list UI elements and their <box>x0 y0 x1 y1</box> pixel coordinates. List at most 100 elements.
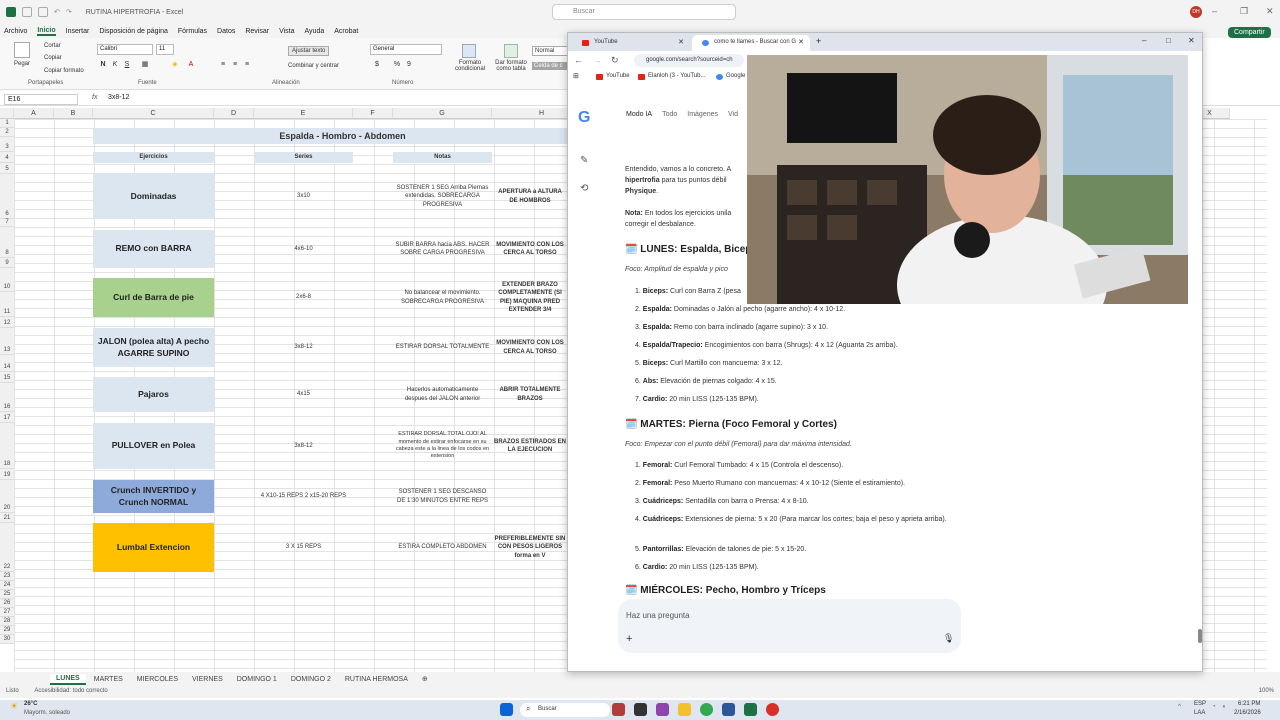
tab-youtube[interactable]: YouTube ✕ <box>572 35 690 51</box>
close-icon[interactable]: ✕ <box>1188 36 1195 45</box>
thousands-icon[interactable]: 9 <box>404 60 414 70</box>
start-icon[interactable] <box>500 703 513 716</box>
sheet-tab-domingo1[interactable]: DOMINGO 1 <box>231 675 283 684</box>
menu-insertar[interactable]: Insertar <box>66 28 90 35</box>
col-header-c[interactable]: C <box>93 108 214 119</box>
undo-icon[interactable]: ↶ <box>54 8 60 16</box>
conditional-format-icon[interactable] <box>462 44 476 58</box>
exercise-name[interactable]: REMO con BARRA <box>93 230 214 268</box>
ask-input[interactable]: Haz una pregunta <box>626 611 690 620</box>
underline-button[interactable]: S <box>122 60 132 70</box>
menu-archivo[interactable]: Archivo <box>4 28 27 35</box>
bookmark-elanloh[interactable]: Elanloh (3 - YouTub... <box>638 73 705 80</box>
row-header[interactable]: 11 <box>0 292 14 317</box>
row-header[interactable]: 18 <box>0 423 14 469</box>
minimize-icon[interactable]: – <box>1142 36 1146 45</box>
sheet-tab-martes[interactable]: MARTES <box>88 675 129 684</box>
exercise-extra[interactable]: MOVIMIENTO CON LOS CERCA AL TORSO <box>492 230 568 268</box>
menu-vista[interactable]: Vista <box>279 28 294 35</box>
align-left-icon[interactable]: ≡ <box>218 60 228 70</box>
menu-revisar[interactable]: Revisar <box>245 28 269 35</box>
search-input[interactable]: Buscar <box>552 4 736 20</box>
row-header[interactable]: 2 <box>0 128 14 137</box>
zoom-level[interactable]: 100% <box>1259 688 1274 694</box>
exercise-series[interactable]: 3x8-12 <box>254 328 353 367</box>
exercise-series[interactable]: 3x8-12 <box>254 423 353 469</box>
row-header[interactable]: 24 <box>0 581 14 590</box>
weather-desc[interactable]: Mayorm. soleado <box>24 710 70 716</box>
exercise-name[interactable]: Crunch INVERTIDO y Crunch NORMAL <box>93 480 214 513</box>
row-header[interactable]: 15 <box>0 372 14 383</box>
cut-button[interactable]: Cortar <box>44 43 61 49</box>
exercise-notes[interactable]: ESTIRAR DORSAL TOTAL OJO! AL momento de … <box>393 423 492 469</box>
new-chat-icon[interactable]: ✎ <box>580 155 588 166</box>
sheet-tab-viernes[interactable]: VIERNES <box>186 675 229 684</box>
copy-button[interactable]: Copiar <box>44 55 62 61</box>
maximize-icon[interactable]: ❐ <box>1240 6 1248 17</box>
save-icon[interactable] <box>38 7 48 17</box>
merge-center-button[interactable]: Combinar y centrar <box>288 63 339 69</box>
format-painter-button[interactable]: Copiar formato <box>44 68 84 74</box>
col-header-a[interactable]: A <box>14 108 54 119</box>
google-logo-icon[interactable]: G <box>578 109 590 127</box>
format-table-icon[interactable] <box>504 44 518 58</box>
borders-icon[interactable]: ▦ <box>140 60 150 70</box>
row-header[interactable]: 4 <box>0 152 14 163</box>
row-header[interactable]: 26 <box>0 599 14 608</box>
row-header[interactable]: 13 <box>0 328 14 355</box>
taskbar-search[interactable]: ⌕ Buscar <box>520 703 610 717</box>
redo-icon[interactable]: ↷ <box>66 8 72 16</box>
align-right-icon[interactable]: ≡ <box>242 60 252 70</box>
tray-chevron-icon[interactable]: ^ <box>1178 704 1181 710</box>
row-header[interactable]: 10 <box>0 268 14 292</box>
header-series[interactable]: Series <box>254 152 353 163</box>
wifi-icon[interactable]: ◔ <box>1212 704 1216 710</box>
style-check-cell[interactable]: Celda de c <box>532 62 568 70</box>
back-icon[interactable]: ← <box>574 55 583 65</box>
exercise-series[interactable]: 3x10 <box>254 174 353 219</box>
italic-button[interactable]: K <box>110 60 120 70</box>
exercise-extra[interactable]: MOVIMIENTO CON LOS CERCA AL TORSO <box>492 328 568 367</box>
accessibility-status[interactable]: Accesibilidad: todo correcto <box>34 688 107 694</box>
row-header[interactable]: 27 <box>0 608 14 617</box>
col-header-e[interactable]: E <box>254 108 353 119</box>
task-view-icon[interactable] <box>634 703 647 716</box>
exercise-name[interactable]: PULLOVER en Polea <box>93 423 214 469</box>
add-sheet-icon[interactable]: ⊕ <box>416 674 434 684</box>
row-header[interactable]: 30 <box>0 635 14 644</box>
row-header[interactable]: 12 <box>0 317 14 328</box>
lang-secondary[interactable]: LAA <box>1194 710 1205 716</box>
copilot-icon[interactable] <box>656 703 669 716</box>
row-header[interactable]: 8 <box>0 227 14 258</box>
row-header[interactable]: 22 <box>0 523 14 572</box>
exercise-name[interactable]: Pajaros <box>93 377 214 412</box>
font-family-select[interactable]: Calibri <box>97 44 153 55</box>
row-header[interactable]: 5 <box>0 163 14 174</box>
bookmark-youtube[interactable]: YouTube <box>596 73 630 80</box>
file-explorer-icon[interactable] <box>678 703 691 716</box>
col-header-g[interactable]: G <box>393 108 492 119</box>
excel-icon[interactable] <box>744 703 757 716</box>
conditional-format-button[interactable]: Formato condicional <box>452 60 488 72</box>
tab-modo-ia[interactable]: Modo IA <box>626 111 652 118</box>
exercise-series[interactable]: 4x15 <box>254 377 353 412</box>
currency-icon[interactable]: $ <box>372 60 382 70</box>
exercise-extra[interactable]: EXTENDER BRAZO COMPLETAMENTE (SI PIE) MA… <box>492 278 568 317</box>
exercise-extra[interactable]: PREFERIBLEMENTE SIN CON PESOS LIGEROS fo… <box>492 523 568 572</box>
row-header[interactable]: 23 <box>0 572 14 581</box>
exercise-notes[interactable]: No balancear el movimiento. SOBRECARGA P… <box>393 278 492 317</box>
maximize-icon[interactable]: □ <box>1166 36 1171 45</box>
col-header-b[interactable]: B <box>54 108 93 119</box>
name-box[interactable]: E16 <box>4 94 78 105</box>
volume-icon[interactable]: ◖ <box>1222 704 1226 710</box>
row-header[interactable]: 1 <box>0 119 14 128</box>
microphone-icon[interactable]: 🎙 <box>943 633 954 644</box>
row-header[interactable]: 28 <box>0 617 14 626</box>
exercise-notes[interactable]: SUBIR BARRA hacia ABS. HACER SOBRE CARGA… <box>393 230 492 268</box>
row-header[interactable]: 29 <box>0 626 14 635</box>
select-all-corner[interactable] <box>0 108 14 119</box>
paste-icon[interactable] <box>14 42 30 58</box>
exercise-series[interactable]: 2x6-8 <box>254 278 353 317</box>
exercise-series[interactable]: 4 X10-15 REPS 2 x15-20 REPS <box>254 480 353 513</box>
tab-imagenes[interactable]: Imágenes <box>687 111 718 118</box>
